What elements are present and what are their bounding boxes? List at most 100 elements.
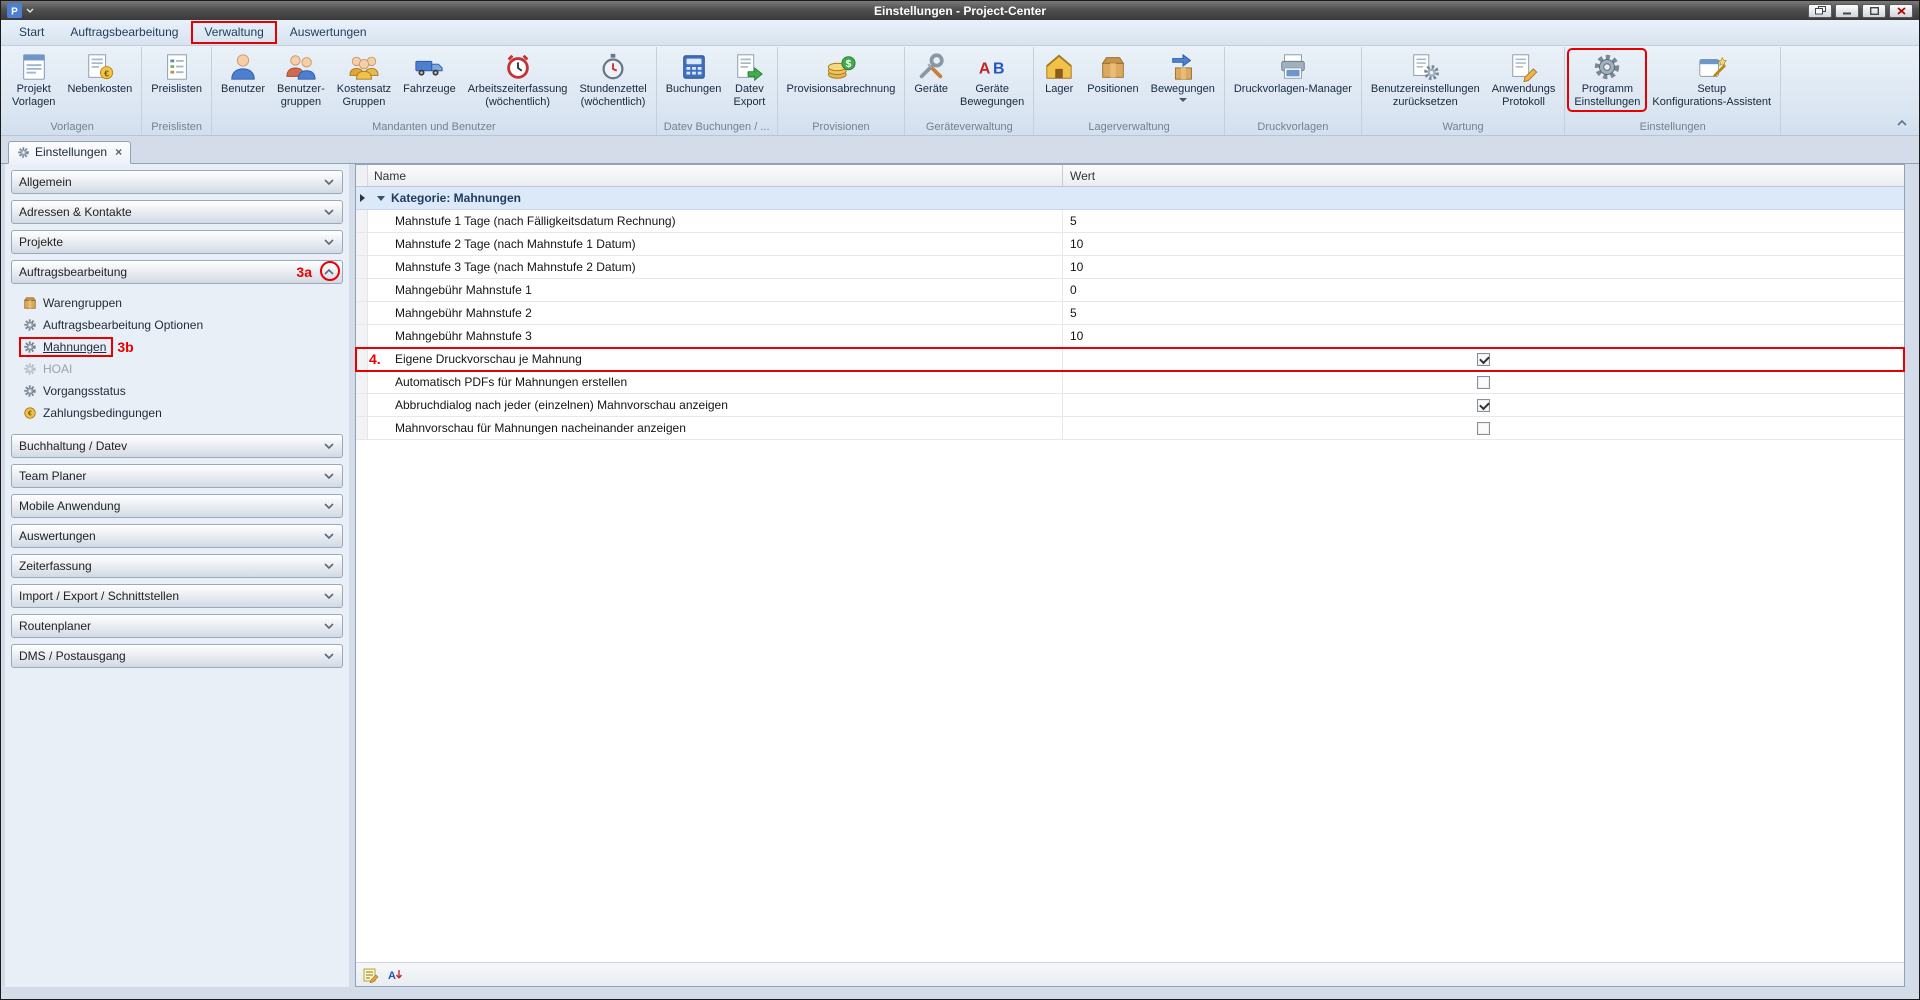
close-tab-icon[interactable]: × — [115, 147, 122, 157]
checkbox[interactable] — [1477, 376, 1490, 389]
row-indicator — [356, 302, 368, 324]
sidebar-section-label: Zeiterfassung — [19, 559, 323, 573]
setting-value-cell[interactable]: 5 — [1063, 210, 1904, 232]
chevron-down-icon[interactable] — [1179, 98, 1187, 102]
chevron-down-icon[interactable] — [323, 238, 335, 246]
chevron-down-icon[interactable] — [323, 472, 335, 480]
sidebar-section-team-planer[interactable]: Team Planer — [11, 464, 343, 488]
ribbon-button-gerate[interactable]: Geräte — [909, 50, 953, 97]
project-template-icon — [19, 52, 49, 82]
user-groups-icon — [286, 52, 316, 82]
sidebar-section-projekte[interactable]: Projekte — [11, 230, 343, 254]
chevron-down-icon[interactable] — [323, 562, 335, 570]
maximize-button[interactable] — [1862, 4, 1886, 18]
sidebar-item-hoai[interactable]: HOAI — [7, 358, 347, 380]
settings-row-mahnvorschau-fur-mahnungen-nacheinander-[interactable]: Mahnvorschau für Mahnungen nacheinander … — [356, 417, 1904, 440]
chevron-down-icon[interactable] — [323, 652, 335, 660]
ribbon-button-buchungen[interactable]: Buchungen — [661, 50, 727, 97]
ribbon-button-kostensatz-gruppen[interactable]: Kostensatz Gruppen — [332, 50, 396, 110]
edit-note-icon[interactable] — [361, 965, 380, 984]
setting-value-cell[interactable] — [1063, 417, 1904, 439]
checkbox[interactable] — [1477, 399, 1490, 412]
sidebar-section-allgemein[interactable]: Allgemein — [11, 170, 343, 194]
settings-row-mahnstufe-2-tage-nach-mahnstufe-1-datum[interactable]: Mahnstufe 2 Tage (nach Mahnstufe 1 Datum… — [356, 233, 1904, 256]
close-button[interactable] — [1889, 4, 1913, 18]
ribbon-button-programm-einstellungen[interactable]: Programm Einstellungen2. — [1569, 50, 1645, 110]
checkbox[interactable] — [1477, 422, 1490, 435]
sidebar-section-routenplaner[interactable]: Routenplaner — [11, 614, 343, 638]
sidebar-section-auftragsbearbeitung[interactable]: Auftragsbearbeitung3a — [11, 260, 343, 284]
chevron-down-icon[interactable] — [323, 178, 335, 186]
chevron-down-icon[interactable] — [323, 592, 335, 600]
chevron-down-icon[interactable] — [323, 532, 335, 540]
category-row[interactable]: Kategorie: Mahnungen — [356, 187, 1904, 210]
setting-value-cell[interactable]: 0 — [1063, 279, 1904, 301]
settings-row-mahngebuhr-mahnstufe-3[interactable]: Mahngebühr Mahnstufe 310 — [356, 325, 1904, 348]
sidebar-section-auswertungen[interactable]: Auswertungen — [11, 524, 343, 548]
ribbon-button-projekt-vorlagen[interactable]: Projekt Vorlagen — [7, 50, 60, 110]
menu-tab-auftragsbearbeitung[interactable]: Auftragsbearbeitung — [58, 22, 190, 43]
setting-value-cell[interactable]: 10 — [1063, 325, 1904, 347]
checkbox[interactable] — [1477, 353, 1490, 366]
ribbon-button-gerate-bewegungen[interactable]: ABGeräte Bewegungen — [955, 50, 1029, 110]
setting-value-cell[interactable] — [1063, 371, 1904, 393]
ribbon-button-positionen[interactable]: Positionen — [1082, 50, 1143, 97]
ribbon-collapse-button[interactable] — [1893, 116, 1911, 130]
column-header-wert[interactable]: Wert — [1063, 165, 1904, 186]
ribbon-button-fahrzeuge[interactable]: Fahrzeuge — [398, 50, 461, 97]
grid-footer-bar: A — [356, 962, 1904, 986]
ribbon-button-benutzer-gruppen[interactable]: Benutzer- gruppen — [272, 50, 330, 110]
sidebar-section-dms-postausgang[interactable]: DMS / Postausgang — [11, 644, 343, 668]
ribbon-button-provisionsabrechnung[interactable]: $Provisionsabrechnung — [782, 50, 901, 97]
chevron-down-icon[interactable] — [323, 502, 335, 510]
sidebar-section-mobile-anwendung[interactable]: Mobile Anwendung — [11, 494, 343, 518]
sidebar-section-label: Allgemein — [19, 175, 323, 189]
settings-row-abbruchdialog-nach-jeder-einzelnen-mahnv[interactable]: Abbruchdialog nach jeder (einzelnen) Mah… — [356, 394, 1904, 417]
chevron-down-icon[interactable] — [323, 622, 335, 630]
sidebar-item-vorgangsstatus[interactable]: Vorgangsstatus — [7, 380, 347, 402]
sidebar-item-auftragsbearbeitung-optionen[interactable]: Auftragsbearbeitung Optionen — [7, 314, 347, 336]
menu-tab-auswertungen[interactable]: Auswertungen — [278, 22, 379, 43]
minimize-button[interactable] — [1835, 4, 1859, 18]
ribbon-button-lager[interactable]: Lager — [1038, 50, 1080, 97]
setting-value-cell[interactable]: 5 — [1063, 302, 1904, 324]
ribbon-button-bewegungen[interactable]: Bewegungen — [1146, 50, 1220, 103]
chevron-down-icon[interactable] — [323, 208, 335, 216]
sidebar-item-mahnungen[interactable]: Mahnungen3b — [7, 336, 347, 358]
ribbon-button-druckvorlagen-manager[interactable]: Druckvorlagen-Manager — [1229, 50, 1357, 97]
settings-row-mahnstufe-3-tage-nach-mahnstufe-2-datum[interactable]: Mahnstufe 3 Tage (nach Mahnstufe 2 Datum… — [356, 256, 1904, 279]
ribbon-button-arbeitszeiterfassung-wochentlich[interactable]: Arbeitszeiterfassung (wöchentlich) — [463, 50, 573, 110]
setting-value-cell[interactable] — [1063, 394, 1904, 416]
settings-row-mahngebuhr-mahnstufe-1[interactable]: Mahngebühr Mahnstufe 10 — [356, 279, 1904, 302]
ribbon-button-benutzereinstellungen-zurucksetzen[interactable]: Benutzereinstellungen zurücksetzen — [1366, 50, 1485, 110]
settings-row-automatisch-pdfs-fur-mahnungen-erstellen[interactable]: Automatisch PDFs für Mahnungen erstellen — [356, 371, 1904, 394]
sidebar-section-import-export-schnittstellen[interactable]: Import / Export / Schnittstellen — [11, 584, 343, 608]
tab-einstellungen[interactable]: Einstellungen × — [8, 141, 131, 164]
ribbon-button-anwendungs-protokoll[interactable]: Anwendungs Protokoll — [1487, 50, 1561, 110]
setting-value-cell[interactable]: 10 — [1063, 256, 1904, 278]
sort-az-icon[interactable]: A — [385, 965, 404, 984]
ribbon-button-benutzer[interactable]: Benutzer — [216, 50, 270, 97]
menu-tab-start[interactable]: Start — [7, 22, 56, 43]
sidebar-section-zeiterfassung[interactable]: Zeiterfassung — [11, 554, 343, 578]
ribbon-button-nebenkosten[interactable]: €Nebenkosten — [62, 50, 137, 97]
column-header-name[interactable]: Name — [368, 165, 1063, 186]
settings-row-eigene-druckvorschau-je-mahnung[interactable]: Eigene Druckvorschau je Mahnung4. — [356, 348, 1904, 371]
menu-tab-verwaltung[interactable]: Verwaltung1. — [192, 22, 275, 43]
settings-row-mahngebuhr-mahnstufe-2[interactable]: Mahngebühr Mahnstufe 25 — [356, 302, 1904, 325]
setting-value-cell[interactable]: 10 — [1063, 233, 1904, 255]
price-list-icon — [162, 52, 192, 82]
chevron-down-icon[interactable] — [323, 442, 335, 450]
ribbon-button-setup-konfigurations-assistent[interactable]: Setup Konfigurations-Assistent — [1647, 50, 1776, 110]
ribbon-button-datev-export[interactable]: Datev Export — [728, 50, 770, 110]
ribbon-button-preislisten[interactable]: Preislisten — [146, 50, 207, 97]
settings-row-mahnstufe-1-tage-nach-falligkeitsdatum-r[interactable]: Mahnstufe 1 Tage (nach Fälligkeitsdatum … — [356, 210, 1904, 233]
sidebar-section-buchhaltung-datev[interactable]: Buchhaltung / Datev — [11, 434, 343, 458]
ribbon-button-stundenzettel-wochentlich[interactable]: Stundenzettel (wöchentlich) — [574, 50, 651, 110]
float-window-button[interactable] — [1808, 4, 1832, 18]
sidebar-item-zahlungsbedingungen[interactable]: €Zahlungsbedingungen — [7, 402, 347, 424]
setting-value-cell[interactable] — [1063, 348, 1904, 370]
sidebar-item-warengruppen[interactable]: Warengruppen — [7, 292, 347, 314]
sidebar-section-adressen-kontakte[interactable]: Adressen & Kontakte — [11, 200, 343, 224]
collapse-category-icon[interactable] — [377, 196, 385, 201]
